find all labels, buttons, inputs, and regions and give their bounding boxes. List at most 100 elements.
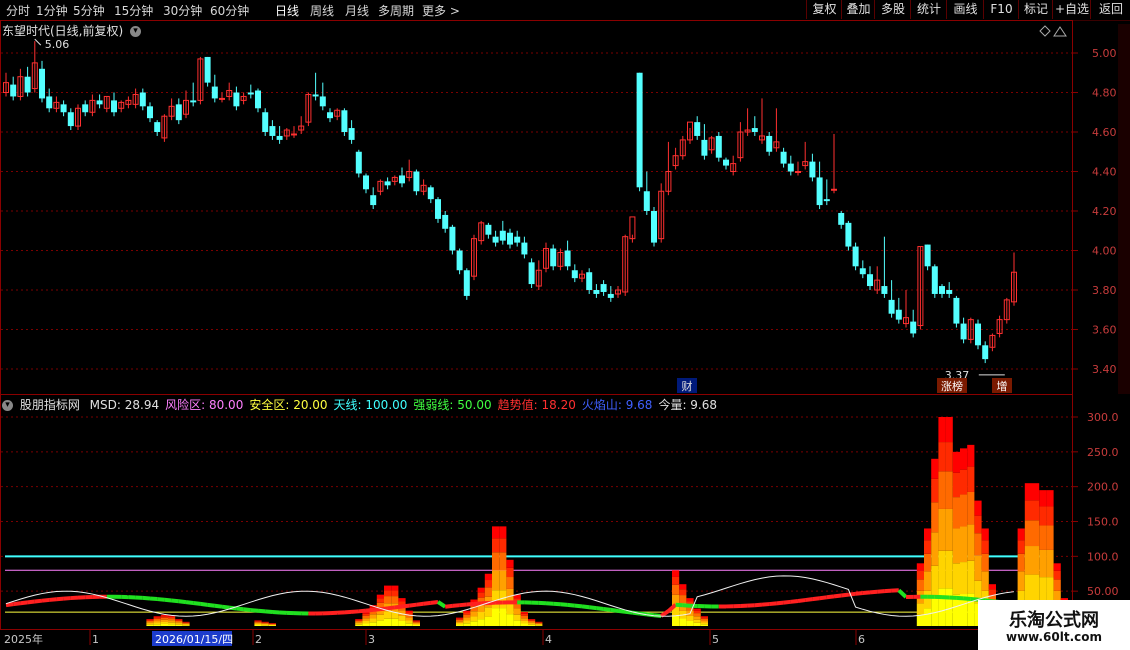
flame-bar bbox=[1046, 577, 1054, 602]
flame-bar bbox=[1046, 525, 1054, 550]
strength-segment bbox=[265, 609, 273, 614]
flame-bar bbox=[535, 621, 543, 623]
param-label-2: 安全区: bbox=[249, 398, 290, 412]
flame-bar bbox=[945, 588, 953, 626]
year-label: 2025年 bbox=[4, 632, 43, 646]
flame-bar bbox=[355, 622, 363, 624]
candle-body-down bbox=[931, 266, 938, 294]
strength-segment bbox=[675, 602, 683, 608]
strength-segment bbox=[351, 609, 359, 614]
param-label-0: MSD: bbox=[89, 398, 121, 412]
flame-bar bbox=[362, 618, 370, 621]
cursor-date: 2026/01/15/四 bbox=[155, 633, 233, 646]
candle-body-down bbox=[881, 286, 888, 294]
flame-bar bbox=[261, 621, 269, 623]
flame-bar bbox=[376, 614, 384, 621]
candle-body-down bbox=[39, 68, 45, 99]
flame-bar bbox=[672, 584, 680, 595]
strength-segment bbox=[387, 605, 396, 611]
param-7: 今量: 9.68 bbox=[658, 398, 717, 412]
candle-body-down bbox=[982, 345, 989, 360]
param-value-0: 28.94 bbox=[120, 398, 160, 412]
flame-bar bbox=[146, 622, 154, 624]
flame-bar bbox=[153, 617, 161, 619]
flame-bar bbox=[528, 623, 536, 625]
flame-bar bbox=[938, 471, 946, 509]
candle-body-down bbox=[845, 222, 852, 247]
candle-body-down bbox=[694, 122, 701, 136]
candle-body-down bbox=[571, 270, 578, 279]
flame-bar bbox=[484, 587, 492, 597]
candle-body-down bbox=[233, 92, 240, 107]
flame-bar bbox=[672, 570, 680, 577]
candle-body-down bbox=[838, 212, 845, 225]
flame-bar bbox=[700, 617, 708, 619]
indicator-menu-icon[interactable]: ▾ bbox=[2, 400, 13, 411]
marker-zhangbang: 涨榜 bbox=[941, 379, 963, 393]
month-label: 4 bbox=[545, 633, 552, 646]
flame-bar bbox=[952, 451, 960, 473]
flame-bar bbox=[261, 624, 269, 626]
flame-bar bbox=[952, 563, 960, 595]
candle-body-down bbox=[10, 84, 17, 97]
flame-bar bbox=[182, 625, 190, 626]
strength-segment bbox=[171, 598, 180, 604]
candle-body-down bbox=[514, 236, 521, 243]
candle-body-down bbox=[636, 72, 643, 188]
candle-body-down bbox=[312, 94, 319, 97]
flame-bar bbox=[362, 615, 370, 619]
flame-bar bbox=[945, 550, 953, 589]
flame-bar bbox=[916, 603, 924, 615]
param-6: 火焰山: 9.68 bbox=[582, 398, 653, 412]
candle-body-down bbox=[859, 268, 866, 275]
strength-segment bbox=[848, 591, 856, 597]
flame-bar bbox=[254, 622, 262, 624]
flame-bar bbox=[261, 622, 269, 624]
stock-menu-icon[interactable]: ▾ bbox=[130, 26, 142, 37]
flame-bar bbox=[938, 550, 946, 589]
strength-segment bbox=[164, 597, 172, 603]
param-label-7: 今量: bbox=[658, 398, 687, 412]
candle-body-down bbox=[910, 321, 917, 334]
flame-bar bbox=[700, 622, 708, 625]
flame-bar bbox=[981, 540, 989, 554]
flame-bar bbox=[686, 598, 694, 602]
candle-body-down bbox=[492, 236, 499, 243]
flame-bar bbox=[175, 623, 183, 625]
strength-segment bbox=[63, 596, 71, 601]
strength-segment bbox=[221, 604, 230, 610]
flame-bar bbox=[1039, 506, 1047, 526]
flame-bar bbox=[513, 608, 521, 615]
flame-bar bbox=[160, 617, 168, 620]
flame-bar bbox=[182, 624, 190, 626]
param-value-4: 50.00 bbox=[453, 398, 492, 412]
flame-bar bbox=[967, 560, 975, 594]
ind-tick-label: 250.0 bbox=[1087, 446, 1119, 459]
flame-bar bbox=[679, 584, 687, 590]
flame-bar bbox=[160, 623, 168, 626]
candle-body-down bbox=[946, 290, 953, 294]
flame-bar bbox=[470, 611, 478, 617]
candle-body-down bbox=[319, 96, 326, 107]
candle-body-up bbox=[219, 97, 225, 100]
flame-bar bbox=[506, 577, 514, 589]
flame-bar bbox=[945, 417, 953, 443]
flame-bar bbox=[153, 624, 161, 626]
candle-body-down bbox=[521, 242, 528, 255]
candle-body-down bbox=[111, 100, 117, 113]
month-label: 5 bbox=[712, 633, 719, 646]
flame-bar bbox=[484, 580, 492, 588]
candle-body-down bbox=[787, 163, 794, 172]
strength-segment bbox=[610, 607, 619, 613]
candle-body-down bbox=[485, 224, 492, 235]
flame-bar bbox=[456, 624, 464, 626]
flame-bar bbox=[528, 624, 536, 626]
candle-body-down bbox=[499, 230, 506, 241]
candle-body-down bbox=[427, 187, 434, 200]
ind-tick-label: 300.0 bbox=[1087, 411, 1119, 424]
candle-body-down bbox=[269, 126, 276, 136]
strength-segment bbox=[783, 599, 792, 605]
flame-bar bbox=[1032, 574, 1040, 601]
flame-bar bbox=[369, 614, 377, 619]
indicator-header: ▾ 股朋指标网 MSD: 28.94 风险区: 80.00 安全区: 20.00 天线… bbox=[2, 396, 717, 413]
